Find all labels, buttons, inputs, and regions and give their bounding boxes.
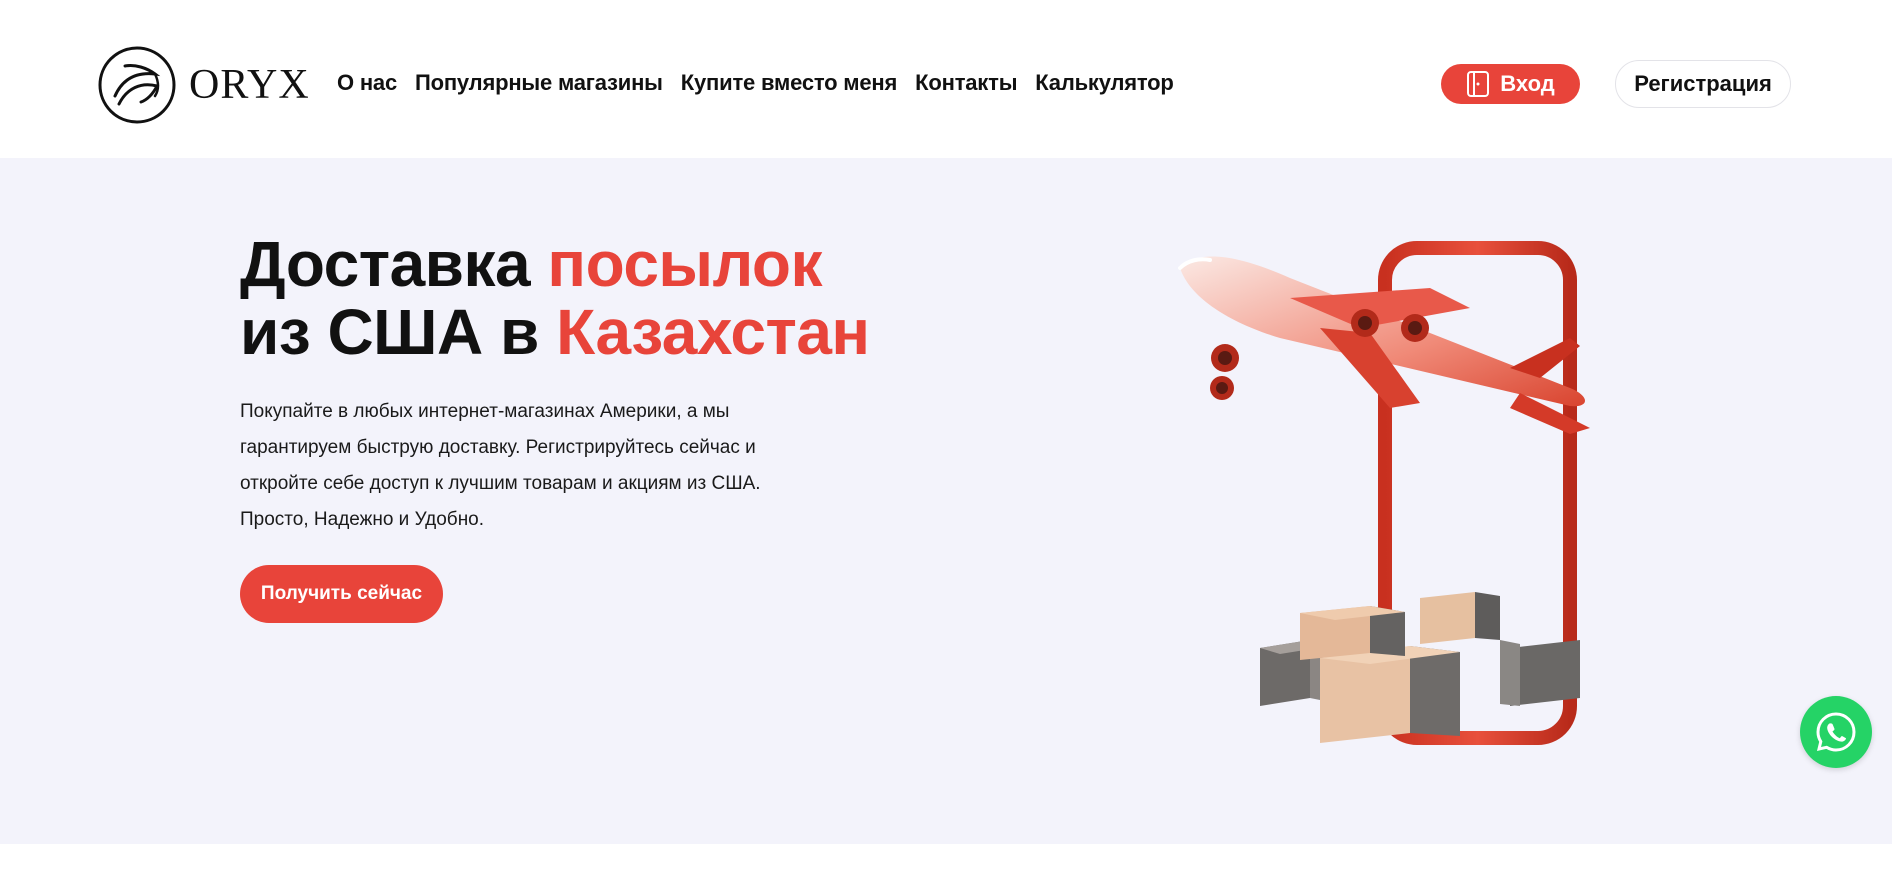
- nav-contacts[interactable]: Контакты: [915, 70, 1017, 96]
- site-header: ORYX О нас Популярные магазины Купите вм…: [0, 0, 1892, 158]
- hero-description: Покупайте в любых интернет-магазинах Аме…: [240, 401, 761, 530]
- hero-title-part1: Доставка: [240, 228, 548, 300]
- get-now-button[interactable]: Получить сейчас: [240, 565, 443, 623]
- door-login-icon: [1467, 71, 1490, 97]
- login-label: Вход: [1500, 71, 1555, 96]
- hero-title-accent2: Казахстан: [556, 296, 870, 368]
- page-bottom-strip: [0, 844, 1892, 875]
- nav-buy-for-me[interactable]: Купите вместо меня: [681, 70, 898, 96]
- whatsapp-button[interactable]: [1800, 696, 1872, 768]
- nav-calculator[interactable]: Калькулятор: [1035, 70, 1174, 96]
- hero-title-part2: из США в: [240, 296, 557, 368]
- airplane-phone-boxes-illustration: [1178, 241, 1590, 745]
- nav-about[interactable]: О нас: [337, 70, 397, 96]
- hero-section: Доставка посылок из США в Казахстан Поку…: [0, 158, 1892, 844]
- nav-popular-stores[interactable]: Популярные магазины: [415, 70, 663, 96]
- hero-title-accent1: посылок: [547, 228, 822, 300]
- brand-logo[interactable]: ORYX: [97, 44, 310, 126]
- login-button[interactable]: Вход: [1441, 64, 1580, 104]
- oryx-logo-icon: [98, 46, 176, 124]
- main-nav: О нас Популярные магазины Купите вместо …: [337, 70, 1174, 96]
- boxes-group: [1260, 592, 1580, 743]
- whatsapp-icon: [1816, 712, 1856, 752]
- hero-title: Доставка посылок из США в Казахстан: [240, 230, 870, 366]
- brand-name: ORYX: [189, 62, 310, 108]
- register-button[interactable]: Регистрация: [1615, 60, 1791, 108]
